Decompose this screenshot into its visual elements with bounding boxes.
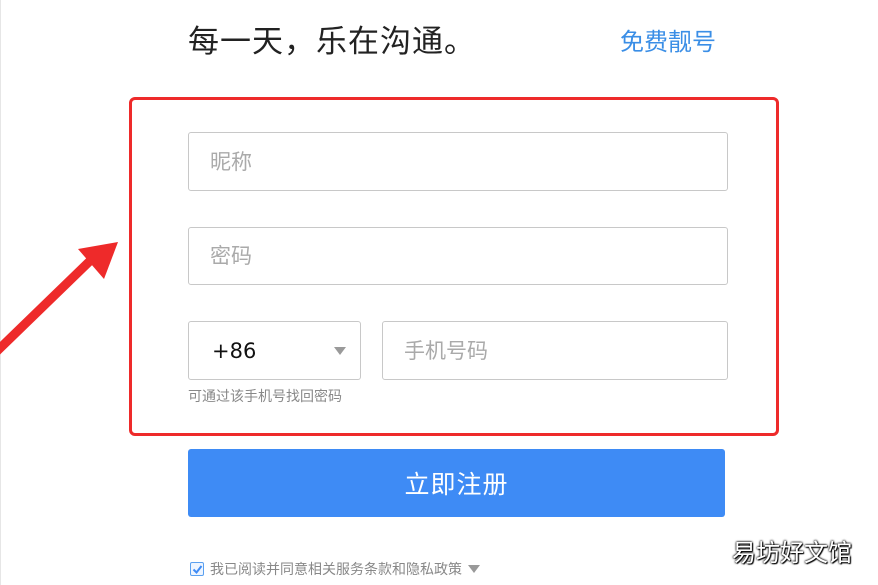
agreement-label[interactable]: 我已阅读并同意相关服务条款和隐私政策 [210,559,462,579]
watermark-text: 易坊好文馆 [732,539,852,567]
country-code-select[interactable]: +86 [188,321,361,380]
nickname-input[interactable] [188,132,728,191]
chevron-down-icon [334,347,346,355]
register-button[interactable]: 立即注册 [188,449,725,517]
chevron-down-icon[interactable] [468,565,480,573]
slogan-heading: 每一天，乐在沟通。 [188,24,476,60]
agreement-row: 我已阅读并同意相关服务条款和隐私政策 [190,558,480,580]
password-input[interactable] [188,227,728,285]
agreement-checkbox[interactable] [190,562,204,576]
phone-hint-text: 可通过该手机号找回密码 [188,389,342,405]
phone-number-input[interactable] [382,321,728,380]
red-arrow-annotation [0,242,118,355]
checkmark-icon [192,565,203,575]
country-code-value: +86 [212,339,257,363]
free-pretty-number-link[interactable]: 免费靓号 [620,24,716,60]
